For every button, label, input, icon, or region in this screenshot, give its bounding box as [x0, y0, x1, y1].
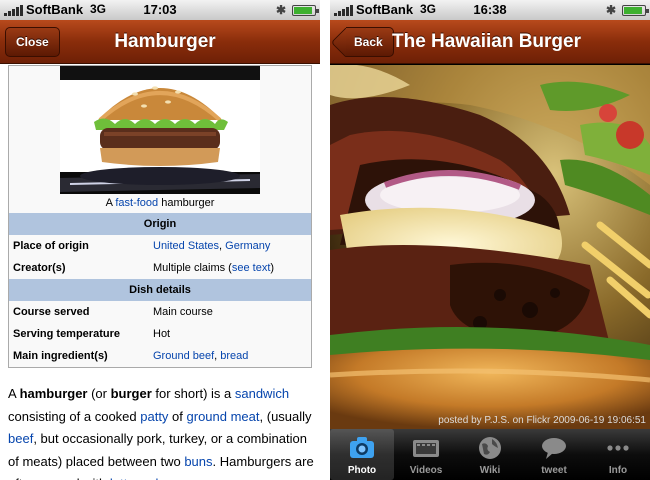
status-time: 17:03: [143, 2, 177, 17]
creator-text: ): [270, 262, 275, 274]
caption-text: hamburger: [158, 197, 215, 209]
text: consisting of a cooked: [8, 408, 141, 424]
caption-text: A: [105, 197, 116, 209]
back-button[interactable]: Back: [346, 27, 394, 57]
globe-icon: [479, 437, 501, 459]
row-label: Main ingredient(s): [13, 350, 108, 362]
bread-link[interactable]: bread: [220, 350, 248, 362]
text: for short) is a: [151, 386, 235, 401]
infobox-row-course: Course served Main course: [9, 301, 311, 323]
video-icon: [413, 440, 439, 457]
see-text-link[interactable]: see text: [232, 262, 271, 274]
sandwich-link[interactable]: sandwich: [235, 386, 289, 401]
section-header-origin: Origin: [9, 213, 311, 235]
bold-term: burger: [110, 386, 152, 401]
burger-photo[interactable]: posted by P.J.S. on Flickr 2009-06-19 19…: [330, 65, 650, 429]
bold-term: hamburger: [19, 386, 88, 401]
row-label: Creator(s): [13, 262, 66, 274]
bluetooth-icon: ✱: [275, 3, 286, 17]
row-value: Hot: [153, 328, 171, 340]
status-bar: SoftBank 3G 16:38 ✱: [330, 0, 650, 20]
camera-icon: [350, 437, 374, 458]
germany-link[interactable]: Germany: [225, 240, 270, 252]
tab-info[interactable]: Info: [586, 429, 650, 480]
beef-link[interactable]: beef: [8, 431, 33, 446]
tab-bar: Photo Videos Wiki tweet Info: [330, 429, 650, 480]
row-label: Place of origin: [13, 240, 89, 252]
creator-text: Multiple claims (: [153, 262, 232, 274]
battery-icon: [622, 5, 649, 16]
tab-label: Videos: [409, 465, 443, 476]
row-value: United States, Germany: [153, 235, 270, 257]
patty-link[interactable]: patty: [140, 409, 168, 424]
united-states-link[interactable]: United States: [153, 240, 219, 252]
tab-label: tweet: [541, 465, 567, 476]
tab-label: Info: [608, 465, 628, 476]
status-time: 16:38: [473, 2, 507, 17]
photo-credit: posted by P.J.S. on Flickr 2009-06-19 19…: [438, 415, 646, 426]
infobox-row-place: Place of origin United States, Germany: [9, 235, 311, 257]
text: of: [168, 408, 187, 424]
text: (or: [87, 386, 111, 401]
row-value: Multiple claims (see text): [153, 257, 274, 279]
lettuce-link[interactable]: lettuce: [110, 476, 148, 480]
tab-videos[interactable]: Videos: [394, 429, 458, 480]
infobox-row-ingredient: Main ingredient(s) Ground beef, bread: [9, 345, 311, 367]
status-bar: SoftBank 3G 17:03 ✱: [0, 0, 320, 20]
section-header-dish: Dish details: [9, 279, 311, 301]
row-value: Main course: [153, 306, 213, 318]
page-title: Hamburger: [114, 31, 216, 52]
buns-link[interactable]: buns: [184, 454, 212, 469]
bacon-link[interactable]: bacon: [155, 476, 190, 480]
tab-wiki[interactable]: Wiki: [458, 429, 522, 480]
infobox: A fast-food hamburger Origin Place of or…: [8, 65, 312, 368]
bluetooth-icon: ✱: [605, 3, 616, 17]
row-label: Serving temperature: [13, 328, 120, 340]
navigation-bar: Back The Hawaiian Burger: [330, 20, 650, 64]
text: , (usually: [259, 408, 312, 424]
tab-label: Wiki: [479, 465, 501, 476]
navigation-bar: Close Hamburger: [0, 20, 320, 64]
battery-icon: [292, 5, 319, 16]
hamburger-image: [60, 66, 260, 194]
article-content[interactable]: A fast-food hamburger Origin Place of or…: [0, 65, 320, 480]
image-caption: A fast-food hamburger: [9, 194, 311, 213]
more-icon: [607, 445, 629, 451]
infobox-row-temperature: Serving temperature Hot: [9, 323, 311, 345]
speech-bubble-icon: [542, 438, 566, 459]
article-paragraph: A hamburger (or burger for short) is a s…: [8, 383, 314, 480]
fast-food-link[interactable]: fast-food: [115, 197, 158, 209]
page-title: The Hawaiian Burger: [392, 31, 581, 52]
infobox-row-creator: Creator(s) Multiple claims (see text): [9, 257, 311, 279]
ground-beef-link[interactable]: Ground beef: [153, 350, 214, 362]
row-label: Course served: [13, 306, 90, 318]
tab-label: Photo: [347, 465, 377, 476]
text: A: [8, 386, 20, 401]
row-value: Ground beef, bread: [153, 345, 248, 367]
left-phone-screen: SoftBank 3G 17:03 ✱ Close Hamburger A fa…: [0, 0, 320, 480]
ground-meat-link[interactable]: ground meat: [187, 409, 260, 424]
tab-tweet[interactable]: tweet: [522, 429, 586, 480]
tab-photo[interactable]: Photo: [330, 429, 394, 480]
right-phone-screen: SoftBank 3G 16:38 ✱ Back The Hawaiian Bu…: [330, 0, 650, 480]
